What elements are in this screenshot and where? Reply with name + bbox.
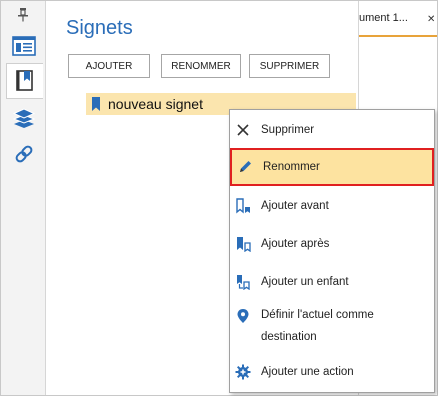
- close-tab-icon[interactable]: ✕: [427, 14, 435, 25]
- links-panel-button[interactable]: [9, 139, 39, 169]
- link-chain-icon: [15, 145, 33, 163]
- menu-item-label: Ajouter après: [261, 238, 330, 250]
- bookmark-label: nouveau signet: [108, 96, 203, 112]
- bookmark-book-icon: [16, 70, 33, 91]
- delete-bookmark-button[interactable]: SUPPRIMER: [249, 54, 330, 78]
- sidebar-rail: [1, 1, 46, 395]
- document-tab-label: ument 1...: [359, 12, 408, 24]
- menu-item-delete[interactable]: Supprimer: [230, 118, 434, 142]
- menu-item-label: Définir l'actuel comme: [261, 309, 374, 321]
- layers-icon: [12, 108, 36, 128]
- rename-bookmark-button[interactable]: RENOMMER: [161, 54, 241, 78]
- panel-title: Signets: [66, 17, 133, 39]
- layers-panel-button[interactable]: [9, 103, 39, 133]
- bookmark-add-child-icon: [235, 274, 251, 290]
- bookmark-add-after-icon: [235, 236, 251, 252]
- pin-icon[interactable]: [16, 7, 30, 23]
- context-menu: Supprimer Renommer Ajouter avant Ajouter…: [229, 109, 435, 393]
- application-window: Signets AJOUTER RENOMMER SUPPRIMER nouve…: [0, 0, 438, 396]
- menu-item-label: Ajouter un enfant: [261, 276, 349, 288]
- menu-item-label: Supprimer: [261, 124, 315, 136]
- page-thumbnails-icon: [12, 36, 36, 56]
- add-bookmark-button[interactable]: AJOUTER: [68, 54, 150, 78]
- document-tab[interactable]: ument 1...: [359, 1, 437, 37]
- menu-item-add-action[interactable]: Ajouter une action: [230, 360, 434, 384]
- menu-item-label: Renommer: [263, 161, 320, 173]
- pencil-icon: [237, 159, 253, 175]
- menu-item-label-line2: destination: [261, 331, 317, 343]
- menu-item-add-after[interactable]: Ajouter après: [230, 232, 434, 256]
- menu-item-add-before[interactable]: Ajouter avant: [230, 194, 434, 218]
- menu-item-label: Ajouter avant: [261, 200, 329, 212]
- bookmarks-panel-button[interactable]: [6, 63, 43, 99]
- menu-item-add-child[interactable]: Ajouter un enfant: [230, 270, 434, 294]
- bookmark-icon: [92, 97, 100, 111]
- menu-item-label: Ajouter une action: [261, 366, 354, 378]
- menu-item-set-destination[interactable]: Définir l'actuel comme destination: [230, 304, 434, 350]
- close-icon: [235, 122, 251, 138]
- menu-item-rename[interactable]: Renommer: [230, 148, 434, 186]
- thumbnails-panel-button[interactable]: [9, 31, 39, 61]
- bookmark-add-before-icon: [235, 198, 251, 214]
- gear-icon: [235, 364, 251, 380]
- location-pin-icon: [235, 308, 251, 324]
